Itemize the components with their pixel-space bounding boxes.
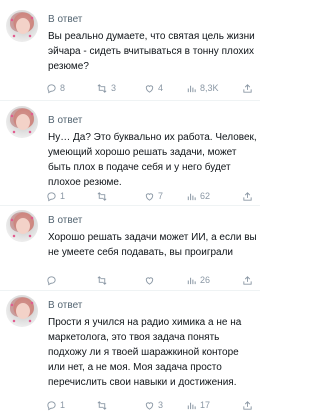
repost-button[interactable]: 3 (96, 82, 116, 94)
share-icon (243, 275, 252, 285)
repost-button[interactable] (96, 274, 111, 286)
views-icon (187, 402, 196, 409)
like-button[interactable] (144, 274, 158, 286)
heart-icon (145, 84, 154, 93)
reply-count: 8 (60, 83, 66, 93)
reply-count: 1 (60, 191, 66, 201)
heart-icon (145, 276, 154, 285)
reply-to-label: В ответ (48, 300, 83, 311)
reply-button[interactable]: 8 (46, 82, 65, 94)
views-button[interactable]: 62 (186, 190, 210, 202)
repost-icon (97, 191, 107, 201)
like-button[interactable]: 3 (144, 399, 163, 411)
views-count: 8,3K (200, 83, 219, 93)
reply-text: Вы реально думаете, что святая цель жизн… (48, 31, 255, 72)
avatar[interactable] (6, 295, 38, 327)
action-bar: 8 3 4 8,3K (46, 82, 256, 94)
action-bar: 1 3 17 (46, 399, 256, 411)
repost-button[interactable] (96, 190, 111, 202)
like-button[interactable]: 7 (144, 190, 163, 202)
repost-icon (97, 400, 107, 410)
views-button[interactable]: 8,3K (186, 82, 219, 94)
reply-post[interactable]: В ответ Прости я учился на радио химика … (0, 291, 260, 415)
repost-icon (97, 83, 107, 93)
reply-icon (47, 83, 56, 93)
reply-button[interactable] (46, 274, 60, 286)
reply-to-label: В ответ (48, 115, 83, 126)
reply-text: Хорошо решать задачи может ИИ, а если вы… (48, 232, 257, 258)
like-count: 4 (158, 83, 164, 93)
share-icon (243, 83, 252, 93)
avatar[interactable] (6, 210, 38, 242)
views-button[interactable]: 17 (186, 399, 210, 411)
action-bar: 26 (46, 274, 256, 286)
share-icon (243, 400, 252, 410)
share-button[interactable] (242, 190, 253, 202)
reply-post[interactable]: В ответ Вы реально думаете, что святая ц… (0, 0, 260, 100)
views-icon (187, 85, 196, 92)
reply-post[interactable]: В ответ Ну… Да? Это буквально их работа.… (0, 101, 260, 205)
reply-icon (47, 191, 56, 201)
heart-icon (145, 401, 154, 410)
reply-button[interactable]: 1 (46, 190, 65, 202)
repost-button[interactable] (96, 399, 111, 411)
action-bar: 1 7 62 (46, 190, 256, 202)
reply-icon (47, 400, 56, 410)
views-count: 17 (200, 400, 211, 410)
share-button[interactable] (242, 274, 253, 286)
reply-icon (47, 275, 56, 285)
views-icon (187, 277, 196, 284)
reply-to-label: В ответ (48, 215, 83, 226)
like-count: 3 (158, 400, 164, 410)
repost-count: 3 (111, 83, 117, 93)
views-count: 26 (200, 275, 211, 285)
views-count: 62 (200, 191, 211, 201)
avatar[interactable] (6, 10, 38, 42)
like-count: 7 (158, 191, 164, 201)
share-button[interactable] (242, 399, 253, 411)
reply-text: Ну… Да? Это буквально их работа. Человек… (48, 132, 257, 188)
reply-text: Прости я учился на радио химика а не на … (48, 317, 242, 388)
repost-icon (97, 275, 107, 285)
share-icon (243, 191, 252, 201)
views-icon (187, 193, 196, 200)
avatar[interactable] (6, 106, 38, 138)
reply-button[interactable]: 1 (46, 399, 65, 411)
reply-count: 1 (60, 400, 66, 410)
heart-icon (145, 192, 154, 201)
reply-to-label: В ответ (48, 14, 83, 25)
reply-post[interactable]: В ответ Хорошо решать задачи может ИИ, а… (0, 206, 260, 290)
share-button[interactable] (242, 82, 253, 94)
views-button[interactable]: 26 (186, 274, 210, 286)
reply-thread: В ответ Вы реально думаете, что святая ц… (0, 0, 260, 415)
like-button[interactable]: 4 (144, 82, 163, 94)
